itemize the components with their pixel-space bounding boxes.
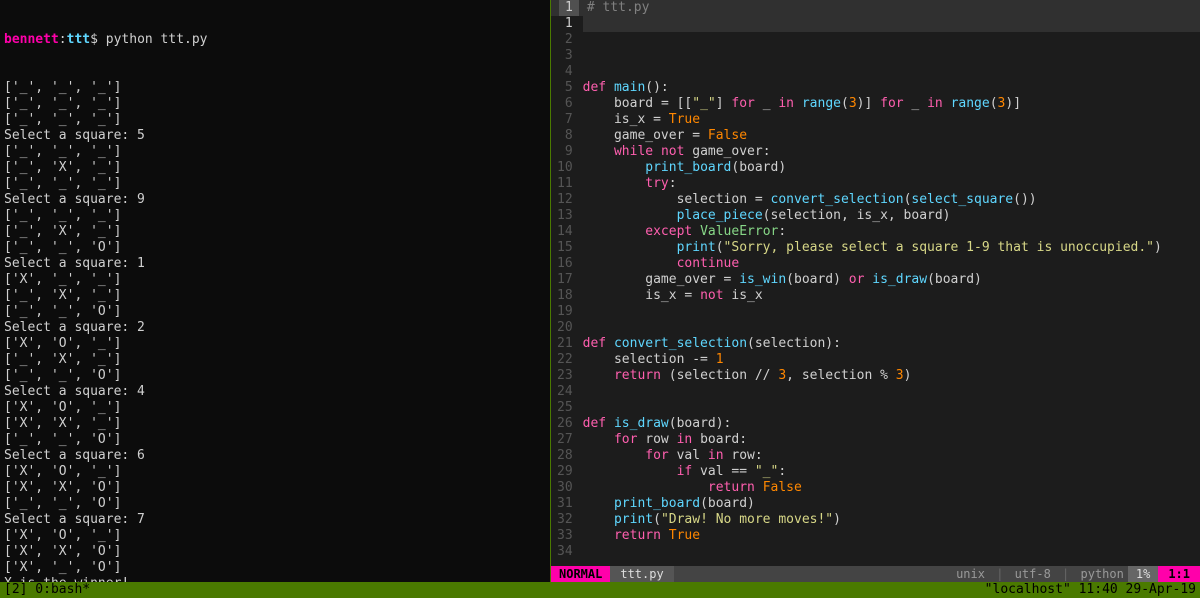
code-line [583, 544, 1200, 560]
mode-badge: NORMAL [551, 566, 610, 582]
tab-comment: # ttt.py [587, 0, 650, 16]
workspace: bennett:ttt$ python ttt.py ['_', '_', '_… [0, 0, 1200, 582]
code-line: place_piece(selection, is_x, board) [583, 208, 1200, 224]
code-line: for row in board: [583, 432, 1200, 448]
terminal-line: ['_', '_', 'O'] [4, 368, 546, 384]
position-badge: 1:1 [1158, 566, 1200, 582]
terminal-line: Select a square: 5 [4, 128, 546, 144]
terminal-line: ['X', '_', '_'] [4, 272, 546, 288]
terminal-output: ['_', '_', '_']['_', '_', '_']['_', '_',… [4, 80, 546, 582]
terminal-line: ['X', 'X', 'O'] [4, 480, 546, 496]
terminal-line: ['X', 'X', 'O'] [4, 544, 546, 560]
tmux-right: "localhost" 11:40 29-Apr-19 [985, 582, 1196, 598]
terminal-line: ['X', 'X', '_'] [4, 416, 546, 432]
code-line: continue [583, 256, 1200, 272]
editor-pane[interactable]: 1 # ttt.py 12345678910111213141516171819… [551, 0, 1200, 582]
code-line: game_over = is_win(board) or is_draw(boa… [583, 272, 1200, 288]
terminal-line: ['X', 'O', '_'] [4, 464, 546, 480]
editor-statusline: NORMAL ttt.py unix | utf-8 | python 1% 1… [551, 566, 1200, 582]
code-line: print("Sorry, please select a square 1-9… [583, 240, 1200, 256]
terminal-line: ['_', '_', '_'] [4, 96, 546, 112]
terminal-line: ['_', '_', 'O'] [4, 432, 546, 448]
code-line: selection -= 1 [583, 352, 1200, 368]
terminal-line: ['_', 'X', '_'] [4, 160, 546, 176]
terminal-line: ['_', '_', '_'] [4, 176, 546, 192]
prompt-path: ttt [67, 32, 90, 47]
code-line: game_over = False [583, 128, 1200, 144]
terminal-line: ['_', '_', '_'] [4, 80, 546, 96]
terminal-line: ['_', '_', 'O'] [4, 304, 546, 320]
code-line: for val in row: [583, 448, 1200, 464]
code-line: return True [583, 528, 1200, 544]
terminal-line: Select a square: 4 [4, 384, 546, 400]
tab-number: 1 [559, 0, 579, 16]
terminal-line: ['X', 'O', '_'] [4, 400, 546, 416]
code-line: selection = convert_selection(select_squ… [583, 192, 1200, 208]
code-line [583, 384, 1200, 400]
current-line-highlight [583, 16, 1200, 32]
terminal-line: Select a square: 7 [4, 512, 546, 528]
terminal-line: Select a square: 2 [4, 320, 546, 336]
code-line: return (selection // 3, selection % 3) [583, 368, 1200, 384]
terminal-line: ['_', 'X', '_'] [4, 224, 546, 240]
percent-badge: 1% [1128, 566, 1158, 582]
code-line: while not game_over: [583, 144, 1200, 160]
terminal-line: ['X', 'O', '_'] [4, 528, 546, 544]
code-line: try: [583, 176, 1200, 192]
code-line: print_board(board) [583, 160, 1200, 176]
terminal-line: ['_', '_', '_'] [4, 144, 546, 160]
editor-tab[interactable]: 1 # ttt.py [551, 0, 1200, 16]
terminal-command: python ttt.py [106, 32, 208, 47]
terminal-line: ['_', '_', '_'] [4, 208, 546, 224]
terminal-line: bennett:ttt$ python ttt.py [4, 32, 546, 48]
status-right: unix | utf-8 | python [952, 566, 1128, 582]
code-line [583, 64, 1200, 80]
code-line: except ValueError: [583, 224, 1200, 240]
terminal-line: ['X', '_', 'O'] [4, 560, 546, 576]
code-line: if val == "_": [583, 464, 1200, 480]
terminal-line: ['X', 'O', '_'] [4, 336, 546, 352]
code-line [583, 304, 1200, 320]
tmux-left: [2] 0:bash* [4, 582, 90, 598]
code-line [583, 560, 1200, 566]
code-line: def convert_selection(selection): [583, 336, 1200, 352]
code-line [583, 400, 1200, 416]
code-area[interactable]: 1234567891011121314151617181920212223242… [551, 16, 1200, 566]
tmux-statusbar: [2] 0:bash* "localhost" 11:40 29-Apr-19 [0, 582, 1200, 598]
terminal-line: Select a square: 1 [4, 256, 546, 272]
terminal-line: Select a square: 9 [4, 192, 546, 208]
code-body[interactable]: def main(): board = [["_"] for _ in rang… [583, 16, 1200, 566]
code-line: print("Draw! No more moves!") [583, 512, 1200, 528]
code-line: is_x = not is_x [583, 288, 1200, 304]
code-line: print_board(board) [583, 496, 1200, 512]
terminal-line: ['_', '_', 'O'] [4, 496, 546, 512]
code-line: return False [583, 480, 1200, 496]
terminal-line: Select a square: 6 [4, 448, 546, 464]
code-line: def main(): [583, 80, 1200, 96]
code-line: is_x = True [583, 112, 1200, 128]
code-line [583, 320, 1200, 336]
terminal-pane[interactable]: bennett:ttt$ python ttt.py ['_', '_', '_… [0, 0, 550, 582]
terminal-line: ['_', '_', '_'] [4, 112, 546, 128]
terminal-line: ['_', 'X', '_'] [4, 288, 546, 304]
code-line: board = [["_"] for _ in range(3)] for _ … [583, 96, 1200, 112]
filename-badge: ttt.py [610, 566, 673, 582]
prompt-user: bennett [4, 32, 59, 47]
line-number-gutter: 1234567891011121314151617181920212223242… [551, 16, 583, 566]
terminal-line: ['_', '_', 'O'] [4, 240, 546, 256]
code-line: def is_draw(board): [583, 416, 1200, 432]
terminal-line: ['_', 'X', '_'] [4, 352, 546, 368]
